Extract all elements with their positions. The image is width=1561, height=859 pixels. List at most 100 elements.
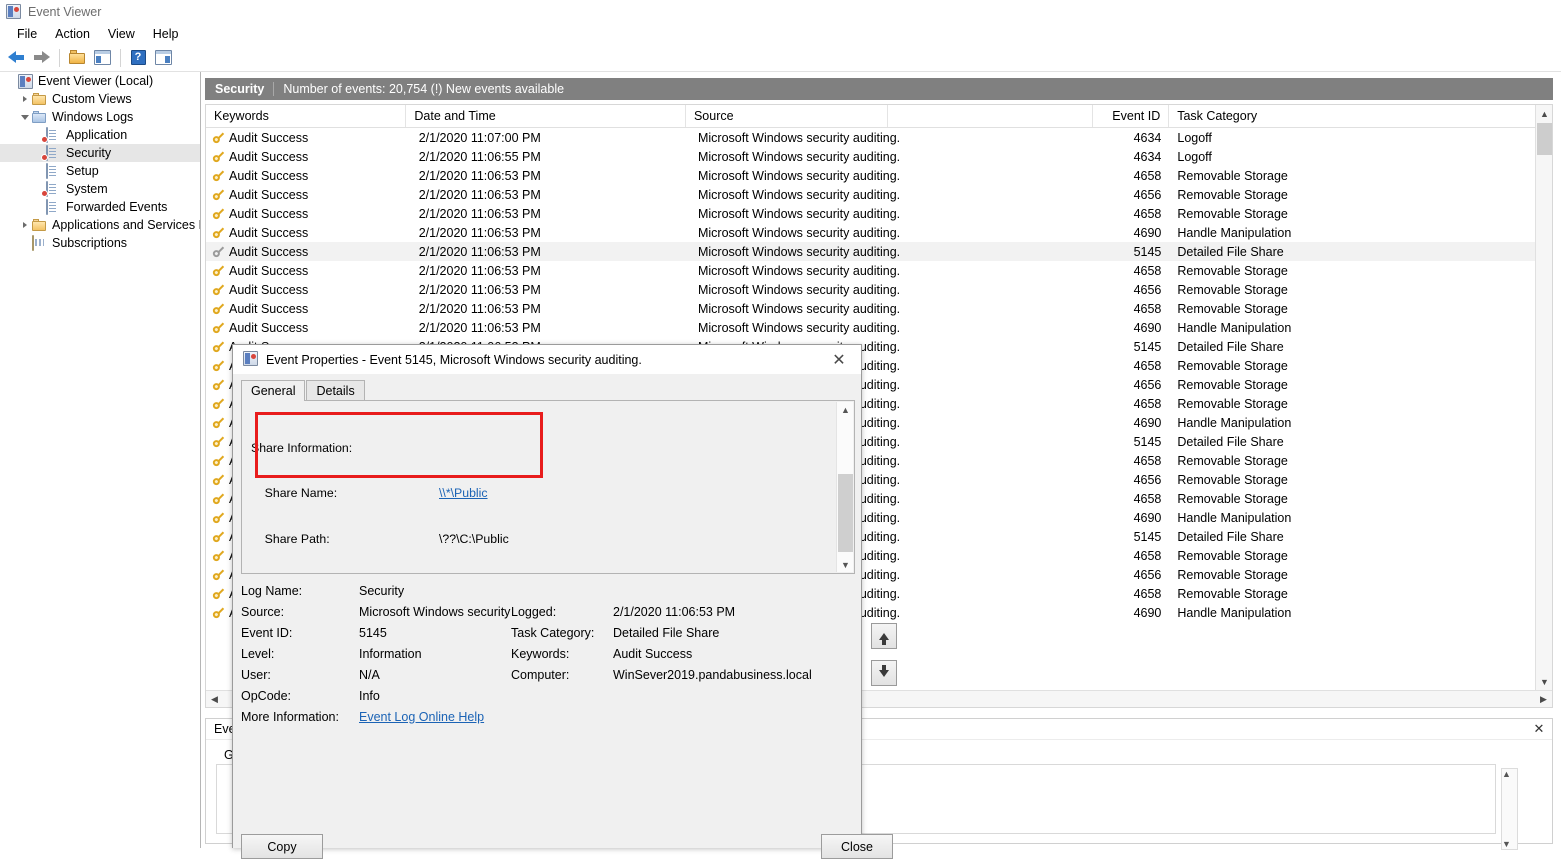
log-warning-icon [46,127,62,143]
sidebar-item-application[interactable]: Application [0,126,200,144]
description-vscroll-thumb[interactable] [838,474,853,552]
forward-button[interactable] [29,46,53,70]
table-row[interactable]: Audit Success 2/1/2020 11:06:53 PM Microso… [206,166,1552,185]
event-list-vscrollbar[interactable]: ▲ ▼ [1535,105,1552,690]
menu-item-action[interactable]: Action [46,25,99,43]
description-vscrollbar[interactable]: ▲ ▼ [836,402,853,572]
sidebar-item-event-viewer-local[interactable]: Event Viewer (Local) [0,72,200,90]
table-row[interactable]: Audit Success 2/1/2020 11:07:00 PM Microso… [206,128,1552,147]
console-tree[interactable]: Event Viewer (Local) Custom Views Windows … [0,72,201,848]
logged-field-value: 2/1/2020 11:06:53 PM [613,604,736,619]
sidebar-item-windows-logs[interactable]: Windows Logs [0,108,200,126]
cell-task-category: Detailed File Share [1177,339,1284,354]
chevron-down-icon[interactable] [18,108,32,126]
audit-key-icon [209,242,227,260]
help-button[interactable]: ? [126,46,150,70]
cell-event-id: 4634 [1133,130,1162,145]
column-header-spacer[interactable] [888,105,1094,127]
sidebar-item-subscriptions[interactable]: Subscriptions [0,234,200,252]
preview-vscroll-thumb[interactable] [1502,779,1517,801]
table-row[interactable]: Audit Success 2/1/2020 11:06:53 PM Microso… [206,318,1552,337]
sidebar-item-custom-views[interactable]: Custom Views [0,90,200,108]
back-button[interactable] [4,46,28,70]
up-one-level-button[interactable] [65,46,89,70]
table-row[interactable]: Audit Success 2/1/2020 11:06:53 PM Microso… [206,185,1552,204]
vscroll-thumb[interactable] [1537,123,1552,155]
event-properties-dialog[interactable]: Event Properties - Event 5145, Microsoft… [232,344,893,859]
sidebar-item-applications-and-services-lo[interactable]: Applications and Services Lo [0,216,200,234]
sidebar-item-security[interactable]: Security [0,144,200,162]
show-hide-action-pane-button[interactable] [151,46,175,70]
sidebar-item-setup[interactable]: Setup [0,162,200,180]
share-name-link[interactable]: \\*\Public [439,486,488,501]
cell-date-time: 2/1/2020 11:06:53 PM [418,263,541,278]
chevron-right-icon[interactable] [18,216,32,234]
cell-event-id: 5145 [1133,244,1162,259]
column-header-keywords[interactable]: Keywords [206,105,407,127]
back-arrow-icon [7,51,25,64]
close-icon[interactable]: ✕ [1526,720,1552,738]
cell-task-category: Handle Manipulation [1177,510,1292,525]
cell-date-time: 2/1/2020 11:07:00 PM [418,130,541,145]
scroll-right-icon[interactable]: ▶ [1535,691,1552,708]
cell-task-category: Detailed File Share [1177,434,1284,449]
scroll-left-icon[interactable]: ◀ [206,691,223,708]
menu-item-view[interactable]: View [99,25,144,43]
event-description-box[interactable]: Share Information: Share Name: \\*\Publi… [241,400,855,574]
next-event-button[interactable] [871,660,897,686]
cell-task-category: Handle Manipulation [1177,415,1292,430]
column-header-task-category[interactable]: Task Category [1169,105,1552,127]
log-warning-icon [46,181,62,197]
sidebar-item-system[interactable]: System [0,180,200,198]
column-header-date-time[interactable]: Date and Time [406,105,686,127]
close-button[interactable]: Close [821,834,893,859]
cell-task-category: Removable Storage [1177,282,1288,297]
scroll-down-icon[interactable]: ▼ [1536,673,1552,690]
cell-date-time: 2/1/2020 11:06:53 PM [418,187,541,202]
sidebar-item-forwarded-events[interactable]: Forwarded Events [0,198,200,216]
share-information-heading: Share Information: [251,440,353,455]
computer-field-label: Computer: [511,667,570,682]
menu-item-file[interactable]: File [8,25,46,43]
column-header-source[interactable]: Source [686,105,888,127]
table-row[interactable]: Audit Success 2/1/2020 11:06:53 PM Microso… [206,242,1552,261]
show-hide-console-tree-button[interactable] [90,46,114,70]
user-field-label: User: [241,667,271,682]
tab-general[interactable]: General [241,380,306,401]
column-header-event-id[interactable]: Event ID [1093,105,1170,127]
audit-key-icon [209,470,227,488]
cell-event-id: 4634 [1133,149,1162,164]
table-row[interactable]: Audit Success 2/1/2020 11:06:55 PM Microso… [206,147,1552,166]
table-row[interactable]: Audit Success 2/1/2020 11:06:53 PM Microso… [206,223,1552,242]
table-row[interactable]: Audit Success 2/1/2020 11:06:53 PM Microso… [206,204,1552,223]
dialog-tabstrip[interactable]: General Details [241,380,366,401]
toolbar-separator-2 [120,48,121,67]
copy-button[interactable]: Copy [241,834,323,859]
log-warning-icon [46,145,62,161]
cell-event-id: 4658 [1133,301,1162,316]
event-log-online-help-link[interactable]: Event Log Online Help [359,710,484,724]
description-scroll-up-icon[interactable]: ▲ [837,402,854,417]
event-description-scroll[interactable]: Share Information: Share Name: \\*\Publi… [243,402,836,572]
cell-source: Microsoft Windows security auditing. [697,206,901,221]
cell-event-id: 4656 [1133,377,1162,392]
menu-item-help[interactable]: Help [144,25,188,43]
cell-event-id: 5145 [1133,434,1162,449]
tab-details[interactable]: Details [306,380,365,401]
preview-scroll-up-icon[interactable]: ▲ [1502,769,1517,779]
chevron-right-icon[interactable] [18,90,32,108]
table-row[interactable]: Audit Success 2/1/2020 11:06:53 PM Microso… [206,280,1552,299]
more-information-field-label: More Information: [241,709,339,724]
description-scroll-down-icon[interactable]: ▼ [837,557,854,572]
table-row[interactable]: Audit Success 2/1/2020 11:06:53 PM Microso… [206,299,1552,318]
sidebar-item-label: Setup [66,164,99,178]
table-row[interactable]: Audit Success 2/1/2020 11:06:53 PM Microso… [206,261,1552,280]
event-list-column-headers[interactable]: Keywords Date and Time Source Event ID T… [206,105,1552,128]
scroll-up-icon[interactable]: ▲ [1536,105,1552,122]
cell-keywords: Audit Success [229,130,309,145]
close-icon[interactable]: ✕ [817,346,861,374]
previous-event-button[interactable] [871,623,897,649]
dialog-titlebar[interactable]: Event Properties - Event 5145, Microsoft… [233,345,861,374]
preview-vscrollbar[interactable]: ▲ ▼ [1501,768,1518,850]
